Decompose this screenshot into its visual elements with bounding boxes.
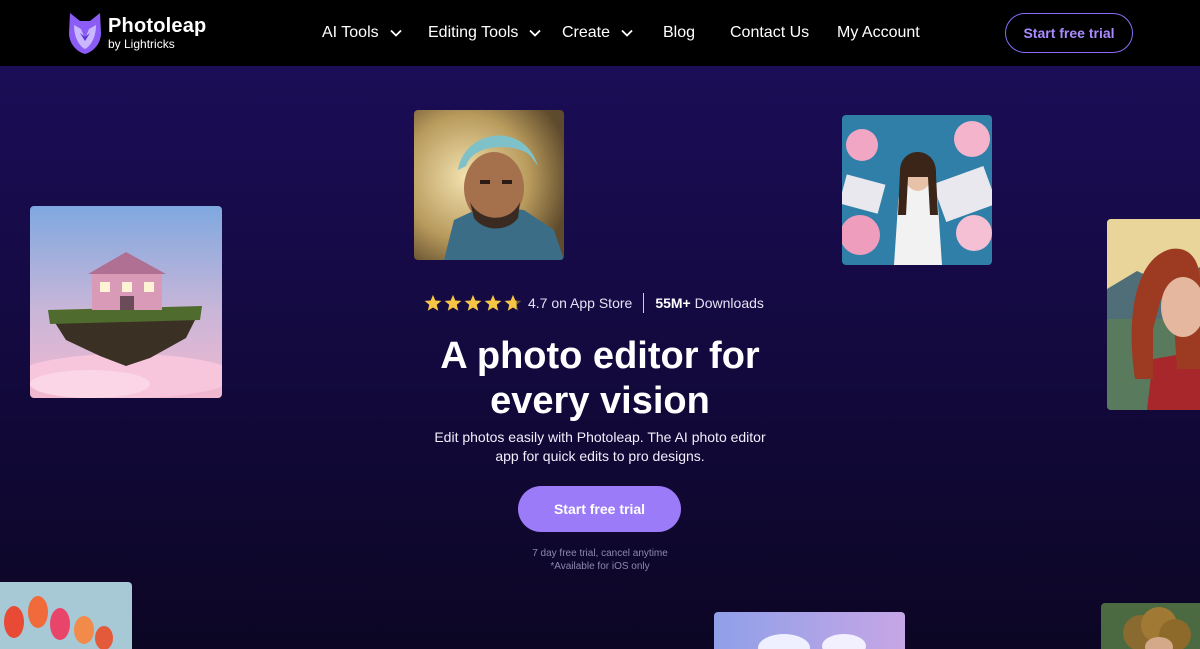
star-icon xyxy=(424,294,442,311)
nav-create[interactable]: Create xyxy=(562,24,634,42)
subtext-line-1: Edit photos easily with Photoleap. The A… xyxy=(434,429,766,445)
headline-line-2: every vision xyxy=(490,380,710,422)
hero-start-trial-button[interactable]: Start free trial xyxy=(518,486,681,532)
nav-label: Blog xyxy=(663,24,696,41)
nav-label: Create xyxy=(562,24,611,41)
brand-tagline: by Lightricks xyxy=(108,37,175,51)
nav-label: My Account xyxy=(837,24,920,41)
brand-name: Photoleap xyxy=(108,15,207,37)
nav-editing-tools[interactable]: Editing Tools xyxy=(428,24,542,42)
downloads-label: Downloads xyxy=(694,295,764,311)
gallery-image-pastel-sky xyxy=(714,612,905,649)
headline-line-1: A photo editor for xyxy=(440,335,760,377)
hero-headline: A photo editor for every vision xyxy=(350,334,850,424)
hero-subtext: Edit photos easily with Photoleap. The A… xyxy=(400,428,800,466)
fox-head-icon xyxy=(69,13,101,54)
nav-label: Editing Tools xyxy=(428,24,519,41)
chevron-down-icon xyxy=(529,29,542,37)
nav-ai-tools[interactable]: AI Tools xyxy=(322,24,403,42)
top-navigation-bar: Photoleap by Lightricks AI Tools Editing… xyxy=(0,0,1200,66)
nav-blog[interactable]: Blog xyxy=(663,24,695,42)
nav-label: AI Tools xyxy=(322,24,379,41)
gallery-image-warrior-portrait xyxy=(414,110,564,260)
star-half-icon xyxy=(504,294,522,311)
subtext-line-2: app for quick edits to pro designs. xyxy=(495,448,705,464)
gallery-image-floating-island-house xyxy=(30,206,222,398)
downloads-count: 55M+ xyxy=(655,295,691,311)
star-icon xyxy=(484,294,502,311)
star-icon xyxy=(464,294,482,311)
downloads-text: 55M+ Downloads xyxy=(655,295,764,311)
chevron-down-icon xyxy=(389,29,402,37)
rating-text: 4.7 on App Store xyxy=(528,295,633,311)
brand-logo[interactable]: Photoleap by Lightricks xyxy=(66,11,206,55)
trial-fine-print: 7 day free trial, cancel anytime *Availa… xyxy=(450,547,750,573)
app-rating-row: 4.7 on App Store 55M+ Downloads xyxy=(424,292,764,314)
divider xyxy=(643,293,645,313)
rating-stars xyxy=(424,294,522,312)
gallery-image-curly-hair-portrait xyxy=(1101,603,1200,649)
nav-my-account[interactable]: My Account xyxy=(837,24,920,42)
gallery-image-floral-collage-portrait xyxy=(842,115,992,265)
nav-label: Contact Us xyxy=(730,24,810,41)
gallery-image-red-haired-woman-portrait xyxy=(1107,219,1200,410)
fine-print-line-2: *Available for iOS only xyxy=(550,561,650,572)
star-icon xyxy=(444,294,462,311)
fine-print-line-1: 7 day free trial, cancel anytime xyxy=(532,548,668,559)
gallery-image-tulips xyxy=(0,582,132,649)
chevron-down-icon xyxy=(621,29,633,37)
header-start-trial-button[interactable]: Start free trial xyxy=(1005,13,1133,53)
nav-contact-us[interactable]: Contact Us xyxy=(730,24,809,42)
